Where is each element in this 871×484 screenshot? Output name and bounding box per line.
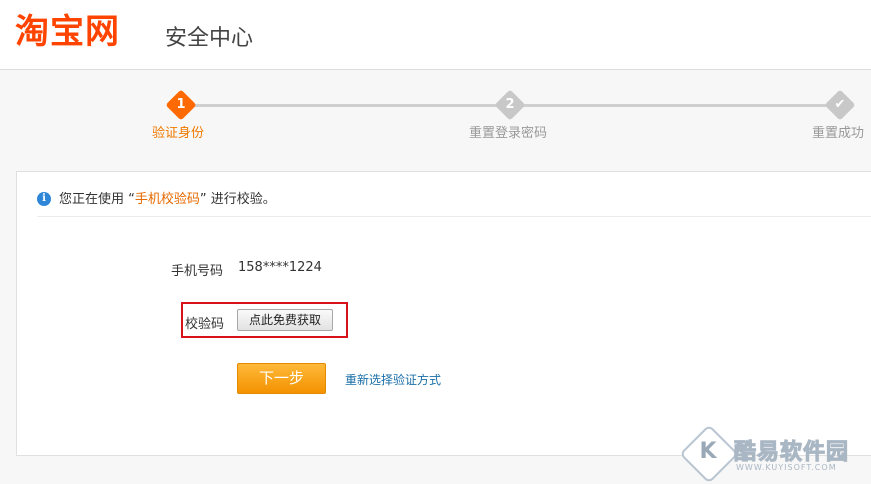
get-code-button[interactable]: 点此免费获取 [237, 309, 333, 331]
phone-value: 158****1224 [238, 260, 322, 275]
next-step-button[interactable]: 下一步 [237, 363, 326, 394]
watermark-text: 酷易软件园 [733, 440, 850, 466]
step-3-label: 重置成功 [812, 126, 865, 141]
watermark-letter: K [699, 439, 717, 464]
step-2-number: 2 [505, 97, 515, 112]
step-1-number: 1 [176, 97, 186, 112]
top-header: 淘宝网 安全中心 [0, 0, 871, 70]
code-label: 校验码 [185, 317, 225, 332]
security-center-title: 安全中心 [165, 26, 254, 51]
verification-panel: i 您正在使用 “手机校验码” 进行校验。 手机号码 158****1224 校… [16, 171, 871, 456]
notice-text: 您正在使用 “手机校验码” 进行校验。 [59, 188, 276, 212]
notice-suffix: ” 进行校验。 [199, 192, 276, 207]
notice-prefix: 您正在使用 “ [59, 192, 135, 207]
info-icon: i [37, 192, 51, 206]
step-2-label: 重置登录密码 [469, 126, 548, 141]
phone-label: 手机号码 [171, 264, 224, 279]
notice-method: 手机校验码 [134, 192, 200, 207]
step-connector-2 [522, 104, 830, 107]
step-1-label: 验证身份 [152, 126, 205, 141]
checkmark-icon: ✔ [834, 97, 846, 112]
verification-notice: i 您正在使用 “手机校验码” 进行校验。 [37, 188, 871, 217]
progress-stepper: 1 验证身份 2 重置登录密码 ✔ 重置成功 [0, 70, 871, 160]
step-connector-1 [192, 104, 498, 107]
reselect-method-link[interactable]: 重新选择验证方式 [345, 371, 441, 388]
watermark-url: WWW.KUYISOFT.COM [736, 463, 837, 472]
taobao-logo[interactable]: 淘宝网 [15, 10, 120, 54]
